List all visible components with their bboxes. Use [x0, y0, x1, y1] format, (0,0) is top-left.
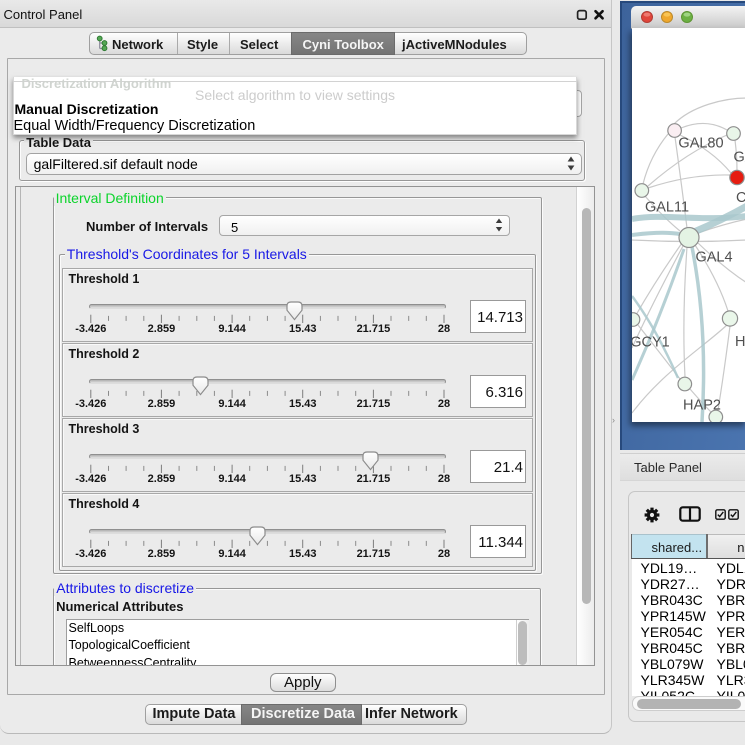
svg-text:H: H: [735, 334, 745, 350]
svg-text:GCY1: GCY1: [632, 334, 670, 350]
svg-text:GAL80: GAL80: [678, 135, 723, 151]
svg-text:GAL11: GAL11: [645, 199, 689, 215]
svg-text:GA: GA: [734, 149, 745, 165]
svg-text:GAL4: GAL4: [695, 249, 732, 265]
svg-text:C: C: [736, 190, 745, 206]
svg-text:HAP2: HAP2: [683, 397, 721, 413]
